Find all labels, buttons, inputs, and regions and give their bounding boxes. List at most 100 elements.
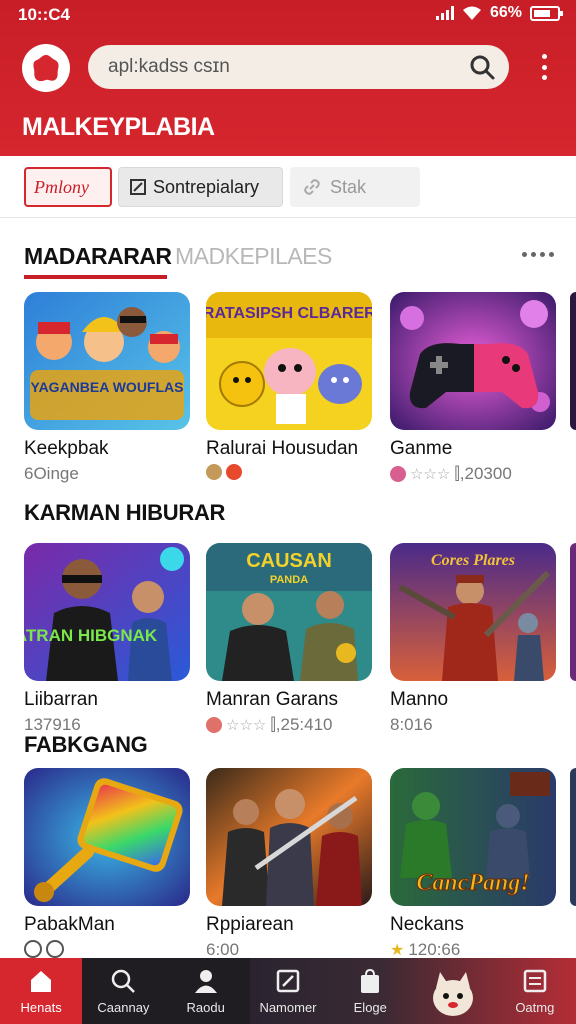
rating-count: ⫿,25:410: [270, 715, 333, 734]
card-rating: ☆☆☆ ⫿,20300: [390, 464, 512, 484]
nav-item-edit[interactable]: Namomer: [247, 958, 329, 1024]
battery-icon: [530, 5, 563, 21]
nav-item-mascot[interactable]: [411, 958, 493, 1024]
game-thumbnail[interactable]: [390, 292, 556, 430]
battery-percent: 66%: [489, 4, 522, 21]
tab-indicator: [24, 275, 167, 279]
edit-square-icon: [130, 179, 146, 195]
nav-item-home[interactable]: Henats: [0, 958, 83, 1024]
chip-label: Sontrepialary: [153, 176, 260, 197]
star-rating-icon: ☆☆☆: [226, 717, 267, 734]
search-icon[interactable]: [469, 54, 495, 80]
tab-madkepilaes[interactable]: MADKEPILAES: [175, 243, 332, 270]
heart-emoji-icon: [226, 464, 242, 480]
tab-madararar[interactable]: MADARARAR: [24, 243, 172, 270]
home-icon: [31, 971, 52, 992]
game-thumbnail[interactable]: CAUSAN PANDA: [206, 543, 372, 681]
mascot-icon: [432, 972, 473, 1016]
thumb-subtitle: PANDA: [270, 574, 308, 586]
chip-label: Stak: [330, 176, 367, 197]
wifi-icon: [462, 6, 481, 20]
card-rating: ★ 120:66: [390, 940, 460, 960]
section-title: FABKGANG: [24, 732, 148, 757]
card-title: Ganme: [390, 438, 453, 459]
emoji-icon: [206, 717, 222, 733]
status-time: 10::C4: [18, 5, 70, 24]
nav-label: Raodu: [186, 1000, 225, 1015]
chip-sontrepialary[interactable]: Sontrepialary: [118, 167, 283, 207]
status-indicators: 66%: [435, 4, 563, 22]
card-meta: [24, 940, 64, 958]
game-thumbnail[interactable]: YAGANBEA WOUFLAS: [24, 292, 190, 430]
search-bar[interactable]: apl:kadss csɪn: [88, 45, 509, 89]
nav-label: Namomer: [259, 1000, 317, 1015]
card-rating: ☆☆☆ ⫿,25:410: [206, 715, 333, 735]
thumb-title: VRATASIPSH CLBARERY: [206, 305, 372, 322]
thumb-title: SIATRAN HIBGNAK: [24, 626, 158, 645]
person-icon: [194, 970, 217, 993]
card-meta: 6Oinge: [24, 464, 79, 483]
rating-count: ⫿,20300: [454, 464, 512, 483]
game-thumbnail[interactable]: Cores Plares: [390, 543, 556, 681]
clock-icon: [46, 940, 64, 958]
card-title: PabakMan: [24, 914, 115, 935]
nav-item-search[interactable]: Caannay: [82, 958, 164, 1024]
clock-icon: [24, 940, 42, 958]
game-thumbnail[interactable]: [206, 768, 372, 906]
list-icon: [523, 969, 547, 993]
game-thumbnail[interactable]: CancPang!: [390, 768, 556, 906]
emoji-icon: [206, 464, 222, 480]
thumb-title: CancPang!: [416, 870, 529, 896]
thumb-title: Cores Plares: [431, 552, 515, 569]
game-thumbnail[interactable]: SIATRAN HIBGNAK: [24, 543, 190, 681]
card-meta: 8:016: [390, 715, 433, 734]
search-icon: [112, 969, 136, 993]
card-title: Keekpbak: [24, 438, 109, 459]
nav-label: Caannay: [97, 1000, 150, 1015]
bottom-nav: Henats Caannay Raodu Namomer Eloge Oatmg: [0, 958, 576, 1024]
emoji-icon: [390, 466, 406, 482]
filter-chips: Pmlony Sontrepialary Stak: [0, 156, 576, 218]
card-title: Rppiarean: [206, 914, 294, 935]
card-title: Ralurai Housudan: [206, 438, 359, 459]
rating-count: 120:66: [408, 940, 461, 959]
signal-icon: [435, 6, 454, 20]
card-title: Manno: [390, 689, 449, 710]
next-card-peek: [570, 543, 576, 681]
section-title: KARMAN HIBURAR: [24, 500, 226, 525]
thumb-title: CAUSAN: [246, 550, 332, 572]
edit-icon: [276, 969, 300, 993]
chip-label: Pmlony: [34, 176, 89, 197]
nav-label: Oatmg: [515, 1000, 555, 1015]
link-icon: [304, 179, 320, 195]
star-icon: ★: [390, 942, 405, 959]
nav-item-list[interactable]: Oatmg: [494, 958, 576, 1024]
more-options-icon[interactable]: [522, 252, 554, 257]
thumb-title: YAGANBEA WOUFLAS: [31, 379, 184, 395]
app-screen: 10::C4 66% apl:kadss csɪn MALKEYPLABIA P…: [0, 0, 576, 1024]
next-card-peek: [570, 768, 576, 906]
status-bar: 10::C4 66%: [0, 0, 576, 30]
card-title: Manran Garans: [206, 689, 339, 710]
app-logo[interactable]: [22, 44, 70, 92]
nav-label: Eloge: [353, 1000, 387, 1015]
star-rating-icon: ☆☆☆: [410, 466, 451, 483]
section-tabs: MADARARAR MADKEPILAES: [0, 232, 576, 282]
nav-label: Henats: [20, 1000, 62, 1015]
card-title: Neckans: [390, 914, 464, 935]
game-thumbnail[interactable]: VRATASIPSH CLBARERY: [206, 292, 372, 430]
next-card-peek: [570, 292, 576, 430]
game-thumbnail[interactable]: [24, 768, 190, 906]
logo-icon: [33, 55, 59, 82]
nav-item-profile[interactable]: Raodu: [165, 958, 247, 1024]
app-header: 10::C4 66% apl:kadss csɪn MALKEYPLABIA: [0, 0, 576, 156]
search-input[interactable]: apl:kadss csɪn: [108, 56, 230, 78]
card-rating: [206, 464, 242, 480]
nav-item-bag[interactable]: Eloge: [329, 958, 411, 1024]
chip-pmlony[interactable]: Pmlony: [24, 167, 112, 207]
bag-icon: [361, 968, 380, 993]
chip-stak[interactable]: Stak: [290, 167, 420, 207]
brand-title: MALKEYPLABIA: [22, 113, 215, 141]
card-title: Liibarran: [24, 689, 98, 710]
overflow-menu-icon[interactable]: [536, 50, 552, 84]
